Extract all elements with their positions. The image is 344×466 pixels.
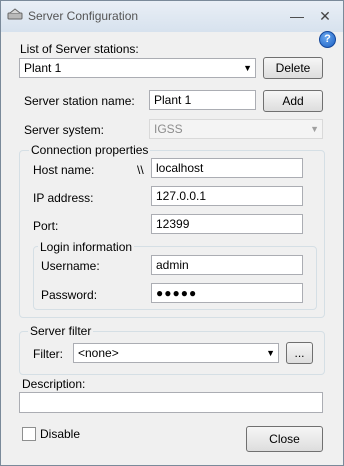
server-system-value: IGSS — [154, 122, 183, 136]
server-system-dropdown: IGSS ▼ — [149, 119, 323, 139]
filter-value: <none> — [78, 346, 119, 360]
description-label: Description: — [22, 377, 86, 391]
filter-label: Filter: — [33, 347, 63, 361]
close-button[interactable]: Close — [246, 426, 323, 452]
disable-checkbox[interactable] — [22, 427, 36, 441]
username-field[interactable]: admin — [151, 255, 303, 275]
close-window-button[interactable]: ✕ — [315, 7, 335, 25]
disable-label: Disable — [40, 427, 81, 441]
password-field[interactable]: ●●●●● — [151, 283, 303, 303]
server-list-label: List of Server stations: — [20, 42, 139, 56]
chevron-down-icon: ▼ — [243, 63, 252, 73]
server-system-label: Server system: — [24, 123, 105, 137]
host-name-label: Host name: — [33, 163, 95, 177]
station-name-field[interactable]: Plant 1 — [149, 90, 256, 110]
port-label: Port: — [33, 219, 59, 233]
chevron-down-icon: ▼ — [266, 348, 275, 358]
window-title: Server Configuration — [28, 9, 139, 23]
login-information-title: Login information — [38, 240, 135, 254]
title-bar: Server Configuration — ✕ — [1, 1, 343, 32]
station-name-label: Server station name: — [24, 94, 135, 108]
browse-filter-button[interactable]: ... — [286, 342, 313, 364]
port-field[interactable]: 12399 — [151, 214, 303, 234]
server-configuration-window: Server Configuration — ✕ ? List of Serve… — [0, 0, 344, 466]
connection-properties-title: Connection properties — [29, 143, 151, 157]
app-icon — [7, 8, 23, 20]
server-filter-title: Server filter — [28, 324, 94, 338]
description-field[interactable] — [19, 392, 323, 413]
chevron-down-icon: ▼ — [310, 124, 319, 134]
server-list-value: Plant 1 — [24, 61, 62, 75]
host-name-field[interactable]: localhost — [151, 158, 303, 178]
username-label: Username: — [41, 259, 100, 273]
add-button[interactable]: Add — [263, 90, 323, 112]
delete-button[interactable]: Delete — [263, 57, 323, 79]
minimize-button[interactable]: — — [287, 7, 307, 25]
filter-dropdown[interactable]: <none> ▼ — [73, 343, 279, 363]
host-prefix: \\ — [137, 163, 144, 177]
ip-address-field[interactable]: 127.0.0.1 — [151, 186, 303, 206]
server-list-dropdown[interactable]: Plant 1 ▼ — [19, 58, 256, 78]
help-icon[interactable]: ? — [319, 31, 336, 48]
ip-address-label: IP address: — [33, 191, 94, 205]
password-label: Password: — [41, 288, 98, 302]
